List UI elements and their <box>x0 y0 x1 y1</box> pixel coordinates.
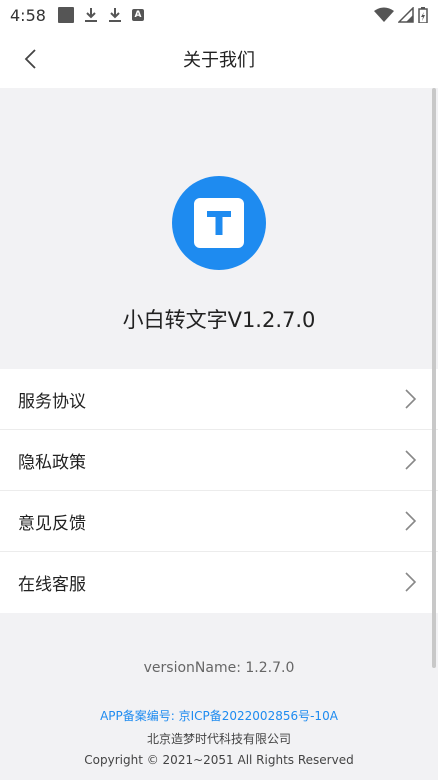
status-icons-left: A <box>57 7 144 23</box>
download-icon <box>108 8 121 22</box>
chevron-left-icon <box>24 49 36 69</box>
battery-icon <box>418 7 428 23</box>
nav-bar: 关于我们 <box>0 30 438 88</box>
menu-item-service-agreement[interactable]: 服务协议 <box>0 369 438 430</box>
chevron-right-icon <box>405 450 417 470</box>
icp-link[interactable]: APP备案编号: 京ICP备2022002856号-10A <box>0 707 438 724</box>
scrollbar[interactable] <box>432 88 436 668</box>
a-icon: A <box>131 9 144 21</box>
wifi-icon <box>374 7 394 22</box>
menu-item-label: 隐私政策 <box>18 452 86 473</box>
version-label: versionName: 1.2.7.0 <box>143 660 295 676</box>
company-name: 北京造梦时代科技有限公司 <box>146 732 291 746</box>
square-icon <box>57 7 74 23</box>
menu-item-online-support[interactable]: 在线客服 <box>0 552 438 613</box>
back-button[interactable] <box>16 45 44 73</box>
app-hero: 小白转文字V1.2.7.0 <box>0 88 438 368</box>
copyright-text: Copyright © 2021~2051 All Rights Reserve… <box>84 753 354 767</box>
logo-inner <box>194 198 244 248</box>
download-icon <box>84 8 97 22</box>
menu-item-feedback[interactable]: 意见反馈 <box>0 491 438 552</box>
menu-item-label: 意见反馈 <box>18 513 86 534</box>
settings-menu: 服务协议 隐私政策 意见反馈 在线客服 <box>0 369 438 613</box>
menu-item-label: 在线客服 <box>18 575 86 595</box>
status-time: 4:58 <box>10 5 46 25</box>
menu-item-label: 服务协议 <box>18 391 86 412</box>
chevron-right-icon <box>405 572 417 592</box>
t-letter-icon <box>207 211 231 235</box>
status-icons-right <box>374 7 428 23</box>
page-title: 关于我们 <box>183 50 255 71</box>
chevron-right-icon <box>405 511 417 531</box>
status-bar: 4:58 A <box>0 0 438 30</box>
app-name: 小白转文字V1.2.7.0 <box>122 308 316 332</box>
t-logo-icon <box>172 176 266 270</box>
signal-icon <box>398 7 414 23</box>
menu-item-privacy-policy[interactable]: 隐私政策 <box>0 430 438 491</box>
chevron-right-icon <box>405 389 417 409</box>
